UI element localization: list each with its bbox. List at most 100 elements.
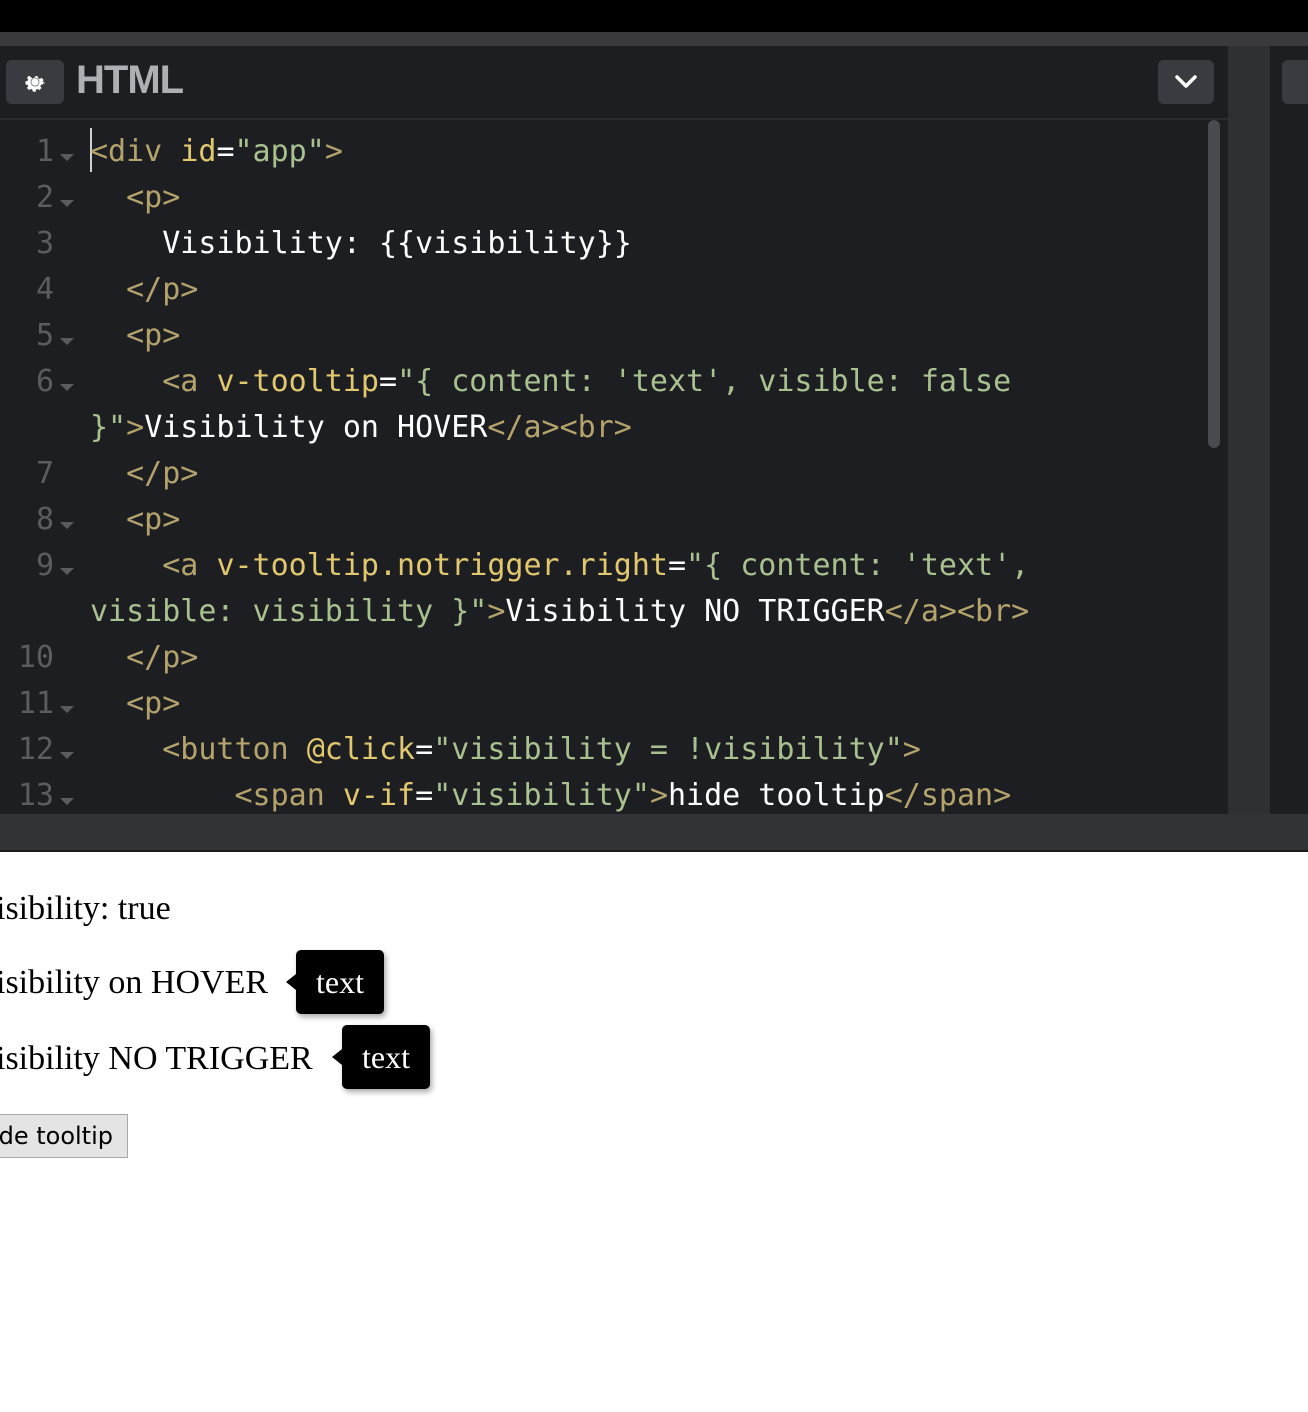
fold-toggle-icon[interactable]: [60, 384, 74, 391]
editor-settings-button[interactable]: [6, 60, 64, 104]
result-preview: isibility: true isibility on HOVER text …: [0, 852, 1308, 1412]
code-token: =: [415, 778, 434, 813]
tooltip-arrow: [332, 1049, 342, 1065]
code-token: "visibility": [433, 778, 650, 813]
visibility-notrigger-link[interactable]: isibility NO TRIGGER: [0, 1040, 313, 1078]
code-token: <p>: [90, 180, 181, 215]
code-token: }": [90, 410, 127, 445]
code-token: <a: [90, 364, 217, 399]
line-number: 5: [35, 318, 54, 353]
tooltip-notrigger-text: text: [362, 1039, 410, 1075]
code-token: =: [415, 732, 434, 767]
collapse-editor-button[interactable]: [1158, 60, 1214, 104]
window-top-bar: [0, 0, 1308, 32]
code-token: v-tooltip: [216, 364, 379, 399]
code-token: <p>: [90, 318, 181, 353]
fold-toggle-icon[interactable]: [60, 568, 74, 575]
code-token: </p>: [90, 272, 199, 307]
code-area[interactable]: 1 2 3 4 5 6 7 8 9 10 11 12 13 <div id="app"> <p> Visi…: [0, 120, 1206, 814]
fold-toggle-icon[interactable]: [60, 798, 74, 805]
code-line: </p>: [90, 640, 198, 675]
code-token: >: [126, 410, 145, 445]
code-token: =: [379, 364, 398, 399]
line-number: 4: [35, 272, 54, 307]
code-token: >: [324, 134, 343, 169]
code-line: Visibility: {{visibility}}: [90, 226, 632, 261]
code-token: hide tooltip: [668, 778, 885, 813]
chevron-down-icon: [1175, 75, 1197, 88]
code-token: <p>: [90, 686, 181, 721]
code-token: =: [216, 134, 235, 169]
code-line: <span v-if="visibility">hide tooltip</sp…: [90, 778, 1011, 813]
html-editor-panel: HTML 1 2 3 4 5 6 7 8 9 10 11 12 13 <div id="app"> <p>…: [0, 46, 1228, 814]
code-token: <button: [90, 732, 307, 767]
code-line: <p>: [90, 318, 180, 353]
code-line: <p>: [90, 502, 180, 537]
code-token: <div: [90, 134, 181, 169]
hide-tooltip-button[interactable]: ide tooltip: [0, 1114, 128, 1158]
code-token: </p>: [90, 640, 199, 675]
code-token: >: [487, 594, 506, 629]
code-line: <a v-tooltip="{ content: 'text', visible…: [90, 364, 1011, 399]
line-number: 10: [17, 640, 54, 675]
line-number: 2: [35, 180, 54, 215]
line-number: 1: [35, 134, 54, 169]
panel-resize-handle[interactable]: [1228, 46, 1270, 814]
code-token: "app": [234, 134, 325, 169]
code-line: <div id="app">: [90, 134, 343, 169]
code-token: </a><br>: [884, 594, 1030, 629]
tooltip-hover-text: text: [316, 964, 364, 1000]
code-token: =: [667, 548, 687, 583]
code-line: </p>: [90, 456, 198, 491]
line-number: 9: [35, 548, 54, 583]
code-token: <a: [90, 548, 217, 583]
code-token: id: [180, 134, 217, 169]
tooltip-notrigger: text: [332, 1025, 430, 1089]
code-line: <button @click="visibility = !visibility…: [90, 732, 921, 767]
line-number: 6: [35, 364, 54, 399]
code-token: >: [649, 778, 668, 813]
code-token: <span: [90, 778, 343, 813]
code-token: "{ content: 'text',: [686, 548, 1030, 583]
code-token: visible: visibility }": [90, 594, 488, 629]
line-number: 7: [35, 456, 54, 491]
tooltip-arrow: [286, 974, 296, 990]
code-line: <p>: [90, 180, 180, 215]
code-token: v-tooltip.notrigger.right: [216, 548, 668, 583]
code-token: "{ content: 'text', visible: false: [397, 364, 1012, 399]
code-token: >: [902, 732, 921, 767]
line-number: 11: [17, 686, 54, 721]
code-token: </span>: [884, 778, 1012, 813]
fold-toggle-icon[interactable]: [60, 154, 74, 161]
code-token: <p>: [90, 502, 181, 537]
code-line: }">Visibility on HOVER</a><br>: [90, 410, 632, 445]
code-token: </p>: [90, 456, 199, 491]
line-number: 3: [35, 226, 54, 261]
code-token: Visibility NO TRIGGER: [505, 594, 885, 629]
fold-toggle-icon[interactable]: [60, 338, 74, 345]
code-token: "visibility = !visibility": [433, 732, 903, 767]
editor-title: HTML: [76, 58, 184, 102]
visibility-hover-link[interactable]: isibility on HOVER: [0, 964, 268, 1002]
fold-toggle-icon[interactable]: [60, 752, 74, 759]
code-token: v-if: [342, 778, 416, 813]
fold-toggle-icon[interactable]: [60, 522, 74, 529]
code-line: visible: visibility }">Visibility NO TRI…: [90, 594, 1029, 629]
editor-scrollbar[interactable]: [1206, 120, 1228, 814]
code-token: Visibility: {{visibility}}: [90, 226, 632, 261]
gear-icon: [25, 75, 46, 92]
scrollbar-thumb[interactable]: [1208, 120, 1220, 448]
fold-toggle-icon[interactable]: [60, 200, 74, 207]
code-line: <a v-tooltip.notrigger.right="{ content:…: [90, 548, 1029, 583]
fold-toggle-icon[interactable]: [60, 706, 74, 713]
code-token: Visibility on HOVER: [144, 410, 488, 445]
code-line: </p>: [90, 272, 198, 307]
line-number: 13: [17, 778, 54, 813]
css-settings-button[interactable]: [1282, 60, 1308, 104]
code-line: <p>: [90, 686, 180, 721]
tooltip-hover: text: [286, 950, 384, 1014]
line-number: 8: [35, 502, 54, 537]
toolbar-strip: [0, 32, 1308, 46]
editor-resize-bar[interactable]: [0, 814, 1308, 852]
line-number: 12: [17, 732, 54, 767]
